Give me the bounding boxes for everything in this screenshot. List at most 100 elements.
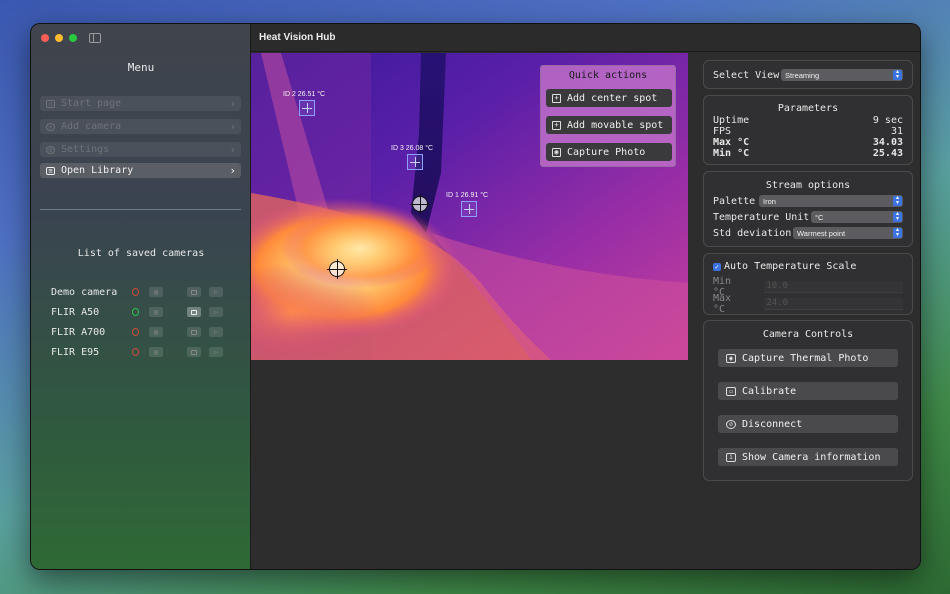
max-temp-row: Max °C 24.0	[713, 293, 903, 315]
capture-thermal-photo-button[interactable]: ◉ Capture Thermal Photo	[718, 349, 898, 367]
param-row: Min °C 25.43	[713, 148, 903, 159]
camera-row: FLIR A50 ▤ ▷	[51, 305, 231, 319]
play-camera-button[interactable]: ▷	[209, 287, 224, 297]
button-label: Capture Thermal Photo	[742, 352, 869, 364]
play-camera-button[interactable]: ▷	[209, 347, 224, 357]
sidebar-toggle-icon[interactable]	[89, 33, 101, 43]
select-view-label: Select View	[713, 69, 780, 81]
sidebar-item-open-library[interactable]: ≡ Open Library ›	[40, 163, 241, 178]
param-label: FPS	[713, 126, 732, 137]
add-movable-spot-button[interactable]: + Add movable spot	[546, 116, 672, 134]
spot-label: ID 1 26.91 °C	[446, 192, 489, 199]
dropdown-value: Iron	[763, 196, 776, 206]
sidebar-item-add-camera[interactable]: + Add camera ›	[40, 119, 241, 134]
crosshair-icon[interactable]	[327, 259, 347, 279]
param-value: 31	[890, 126, 903, 137]
checkbox-checked-icon[interactable]: ✓	[713, 262, 721, 271]
chevron-updown-icon: ▴ ▾	[893, 211, 902, 222]
param-label: Min °C	[713, 148, 750, 159]
stop-camera-button[interactable]	[187, 347, 202, 357]
chevron-right-icon: ›	[229, 164, 236, 177]
spot-label: ID 3 26.08 °C	[391, 145, 434, 152]
button-label: Add center spot	[567, 92, 658, 104]
sidebar-item-label: Settings	[61, 144, 110, 155]
auto-scale-box: ✓ Auto Temperature Scale Min °C 10.0 Max…	[703, 253, 913, 315]
sidebar-item-start-page[interactable]: ⌂ Start page ›	[40, 96, 241, 111]
palette-dropdown[interactable]: Iron ▴ ▾	[759, 195, 903, 207]
spot-marker-icon	[299, 100, 315, 116]
dropdown-value: Streaming	[785, 70, 820, 80]
stop-camera-button[interactable]	[187, 287, 202, 297]
menu-title: Menu	[127, 61, 155, 74]
min-temp-field[interactable]: 10.0	[764, 281, 903, 293]
status-dot-icon	[131, 348, 140, 356]
stop-camera-button[interactable]	[187, 327, 202, 337]
auto-scale-label: Auto Temperature Scale	[724, 261, 857, 272]
close-window-button[interactable]	[41, 34, 49, 42]
delete-camera-button[interactable]: ▤	[149, 347, 164, 357]
camera-icon: ◉	[552, 147, 561, 157]
camera-controls-title: Camera Controls	[762, 329, 854, 340]
status-dot-icon	[131, 308, 140, 316]
play-camera-button[interactable]: ▷	[209, 307, 224, 317]
add-center-spot-button[interactable]: + Add center spot	[546, 89, 672, 107]
stream-options-box: Stream options Palette Iron ▴ ▾ Temperatu…	[703, 171, 913, 247]
delete-camera-button[interactable]: ▤	[149, 287, 164, 297]
auto-scale-checkbox[interactable]: ✓ Auto Temperature Scale	[713, 261, 903, 272]
ruler-icon: ▭	[726, 386, 736, 396]
dropdown-value: Warmest point	[797, 228, 846, 238]
title-bar: Heat Vision Hub	[251, 24, 920, 52]
max-temp-field[interactable]: 24.0	[764, 298, 903, 310]
stop-camera-button[interactable]	[187, 307, 202, 317]
sidebar-divider	[40, 209, 241, 210]
temperature-unit-label: Temperature Unit	[713, 211, 810, 223]
camera-name: FLIR A700	[51, 326, 106, 338]
temperature-unit-dropdown[interactable]: °C ▴ ▾	[811, 211, 903, 223]
sidebar-item-label: Add camera	[61, 121, 122, 132]
sidebar-item-settings[interactable]: ⚙ Settings ›	[40, 142, 241, 157]
app-window: Menu ⌂ Start page › + Add camera › ⚙ Set…	[30, 23, 921, 570]
param-label: Max °C	[713, 137, 750, 148]
delete-camera-button[interactable]: ▤	[149, 327, 164, 337]
camera-icon: ◉	[726, 353, 736, 363]
camera-name: FLIR A50	[51, 306, 100, 318]
std-deviation-dropdown[interactable]: Warmest point ▴ ▾	[793, 227, 903, 239]
parameters-box: Parameters Uptime 9 sec FPS 31 Max °C 34…	[703, 95, 913, 165]
minimize-window-button[interactable]	[55, 34, 63, 42]
info-bubble-icon: i	[726, 452, 736, 462]
gear-icon: ⚙	[46, 145, 55, 154]
play-camera-button[interactable]: ▷	[209, 327, 224, 337]
param-value: 9 sec	[872, 115, 903, 126]
calibrate-button[interactable]: ▭ Calibrate	[718, 382, 898, 400]
select-view-dropdown[interactable]: Streaming ▴ ▾	[781, 69, 903, 81]
button-label: Capture Photo	[567, 146, 646, 158]
status-dot-icon	[131, 288, 140, 296]
stream-options-title: Stream options	[765, 180, 851, 191]
std-deviation-row: Std deviation Warmest point ▴ ▾	[713, 227, 903, 239]
disconnect-button[interactable]: ⊘ Disconnect	[718, 415, 898, 433]
camera-row: Demo camera ▤ ▷	[51, 285, 231, 299]
show-camera-information-button[interactable]: i Show Camera information	[718, 448, 898, 466]
thermal-stream-view[interactable]: ID 2 26.51 °C ID 3 26.08 °C ID 1 26.91 °…	[251, 53, 688, 360]
main-area: Heat Vision Hub ID 2 26.51 °C ID 3 26.08…	[251, 24, 920, 569]
chevron-updown-icon: ▴ ▾	[893, 69, 902, 80]
crosshair-icon[interactable]	[410, 194, 430, 214]
button-label: Show Camera information	[742, 451, 881, 463]
slash-circle-icon: ⊘	[726, 419, 736, 429]
delete-camera-button[interactable]: ▤	[149, 307, 164, 317]
plus-circle-icon: +	[46, 122, 55, 131]
plus-square-icon: +	[552, 93, 561, 103]
max-temp-label: Max °C	[713, 293, 732, 315]
select-view-row: Select View Streaming ▴ ▾	[713, 69, 903, 81]
chevron-right-icon: ›	[229, 97, 236, 110]
zoom-window-button[interactable]	[69, 34, 77, 42]
chevron-updown-icon: ▴ ▾	[893, 227, 902, 238]
palette-row: Palette Iron ▴ ▾	[713, 195, 903, 207]
parameters-title: Parameters	[777, 103, 839, 114]
capture-photo-button[interactable]: ◉ Capture Photo	[546, 143, 672, 161]
chevron-right-icon: ›	[229, 120, 236, 133]
home-icon: ⌂	[46, 99, 55, 108]
std-deviation-label: Std deviation	[713, 227, 792, 239]
spot-marker-icon	[407, 154, 423, 170]
app-title: Heat Vision Hub	[259, 32, 336, 43]
